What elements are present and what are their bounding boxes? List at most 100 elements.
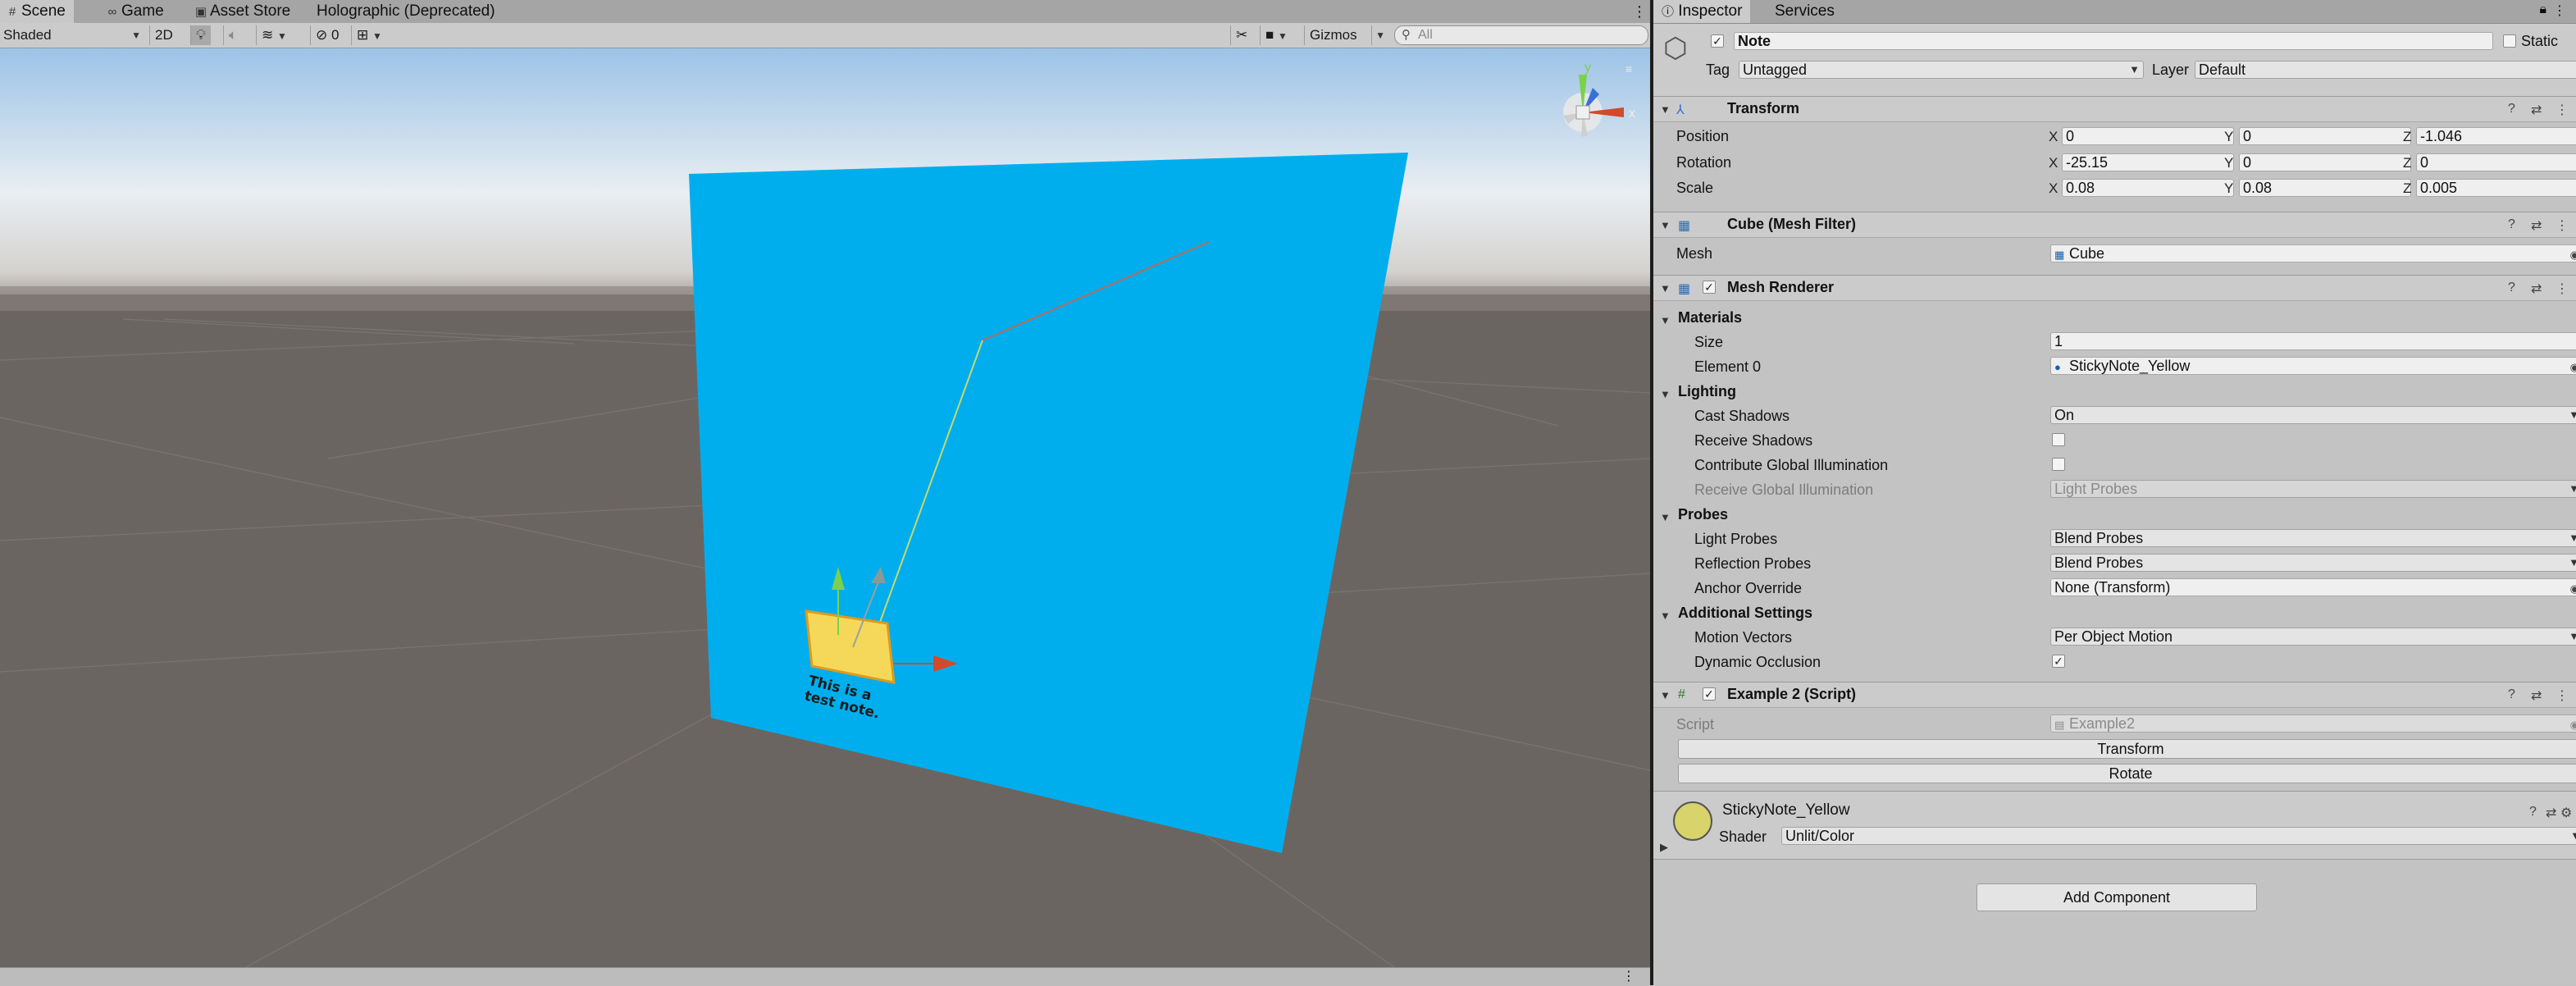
motion-vectors-dropdown[interactable]: Per Object Motion ▼ (2050, 628, 2576, 646)
scale-z-field[interactable]: 0.005 (2416, 179, 2576, 197)
hidden-objects-toggle[interactable]: ⊘ 0 (310, 25, 344, 45)
rotation-x-field[interactable]: -25.15 (2062, 153, 2234, 171)
2d-toggle[interactable]: 2D (149, 25, 178, 45)
preset-icon[interactable]: ⇄ (2546, 805, 2556, 821)
foldout-expanded-icon[interactable]: ▼ (1660, 388, 1671, 400)
audio-toggle[interactable]: 🔈︎ (223, 25, 242, 45)
layer-dropdown[interactable]: Default ▼ (2195, 61, 2576, 79)
tag-value: Untagged (1743, 62, 1808, 78)
foldout-expanded-icon[interactable]: ▼ (1660, 103, 1671, 116)
effects-dropdown[interactable]: ≋ ▼ (256, 25, 292, 45)
element0-material-field[interactable]: ● StickyNote_Yellow ◉ (2050, 357, 2576, 375)
anchor-override-field[interactable]: None (Transform) ◉ (2050, 578, 2576, 596)
foldout-expanded-icon[interactable]: ▼ (1660, 689, 1671, 701)
mesh-filter-header[interactable]: ▼ ▦ Cube (Mesh Filter) ? ⇄ ⋮ (1653, 212, 2576, 238)
rotate-button[interactable]: Rotate (1678, 764, 2576, 783)
mesh-label: Mesh (1676, 245, 1713, 262)
kebab-menu-icon[interactable]: ⋮ (2555, 281, 2569, 297)
position-y-axis: Y (2224, 129, 2234, 144)
position-y-field[interactable]: 0 (2239, 127, 2411, 145)
foldout-expanded-icon[interactable]: ▼ (1660, 282, 1671, 294)
preset-icon[interactable]: ⇄ (2531, 217, 2542, 234)
scale-x-field[interactable]: 0.08 (2062, 179, 2234, 197)
scale-y-field[interactable]: 0.08 (2239, 179, 2411, 197)
transform-header[interactable]: ▼ ⅄ Transform ? ⇄ ⋮ (1653, 96, 2576, 122)
mesh-renderer-enabled-checkbox[interactable]: ✓ (1703, 281, 1716, 294)
cube-icon[interactable]: ⬡ (1663, 32, 1688, 65)
object-picker-icon[interactable]: ◉ (2570, 247, 2576, 262)
tag-dropdown[interactable]: Untagged ▼ (1739, 61, 2144, 79)
static-checkbox[interactable] (2503, 34, 2516, 48)
foldout-expanded-icon[interactable]: ▼ (1660, 314, 1671, 326)
lighting-toggle[interactable]: 💡︎ (190, 25, 211, 45)
object-picker-icon: ◉ (2570, 717, 2576, 732)
script-component-header[interactable]: ▼ # ✓ Example 2 (Script) ? ⇄ ⋮ (1653, 682, 2576, 708)
reflection-probes-dropdown[interactable]: Blend Probes ▼ (2050, 554, 2576, 572)
shader-dropdown[interactable]: Unlit/Color ▼ (1781, 827, 2576, 845)
gizmos-dropdown[interactable]: Gizmos ▼ (1304, 25, 1388, 45)
tab-holographic-label: Holographic (Deprecated) (317, 2, 495, 20)
foldout-expanded-icon[interactable]: ▼ (1660, 609, 1671, 622)
object-name-field[interactable]: Note (1734, 32, 2493, 50)
shading-mode-dropdown[interactable]: Shaded ▼ (3, 25, 144, 45)
camera-icon: ■ (1265, 27, 1274, 43)
lock-icon[interactable]: 🔒︎ (2539, 2, 2546, 17)
foldout-expanded-icon[interactable]: ▼ (1660, 219, 1671, 231)
help-icon[interactable]: ? (2529, 805, 2537, 819)
preset-icon[interactable]: ⇄ (2531, 687, 2542, 704)
script-enabled-checkbox[interactable]: ✓ (1703, 687, 1716, 701)
chevron-down-icon: ▼ (131, 30, 141, 41)
preset-icon[interactable]: ⇄ (2531, 281, 2542, 297)
tab-holographic[interactable]: Holographic (Deprecated) (310, 0, 502, 23)
position-z-field[interactable]: -1.046 (2416, 127, 2576, 145)
tab-game[interactable]: ∞ Game (98, 0, 169, 23)
cast-shadows-dropdown[interactable]: On ▼ (2050, 406, 2576, 424)
materials-size-field[interactable]: 1 (2050, 332, 2576, 350)
settings-gear-icon[interactable]: ⚙ (2560, 805, 2572, 821)
contribute-gi-checkbox[interactable] (2052, 458, 2065, 471)
object-picker-icon[interactable]: ◉ (2570, 581, 2576, 596)
transform-button[interactable]: Transform (1678, 739, 2576, 759)
position-x-axis: X (2049, 129, 2059, 144)
receive-shadows-checkbox[interactable] (2052, 433, 2065, 446)
help-icon[interactable]: ? (2508, 687, 2515, 702)
rotation-z-axis: Z (2403, 155, 2412, 171)
kebab-menu-icon[interactable]: ⋮ (2555, 217, 2569, 234)
active-checkbox[interactable]: ✓ (1711, 34, 1724, 48)
kebab-menu-icon[interactable]: ⋮ (2555, 102, 2569, 118)
chevron-down-icon: ▼ (2569, 532, 2576, 544)
tools-toggle[interactable]: ✂ (1230, 25, 1252, 45)
shader-value: Unlit/Color (1785, 828, 1855, 844)
kebab-menu-icon[interactable]: ⋮ (2553, 2, 2566, 19)
help-icon[interactable]: ? (2508, 281, 2515, 295)
kebab-menu-icon[interactable]: ⋮ (1632, 0, 1647, 23)
chevron-down-icon: ▼ (2569, 482, 2576, 495)
kebab-menu-icon[interactable]: ⋮ (2555, 687, 2569, 704)
kebab-menu-icon[interactable]: ⋮ (1622, 968, 1635, 984)
dynamic-occlusion-checkbox[interactable]: ✓ (2052, 655, 2065, 668)
rotation-z-field[interactable]: 0 (2416, 153, 2576, 171)
tab-asset-store[interactable]: ▣ Asset Store (187, 0, 295, 23)
mesh-renderer-header[interactable]: ▼ ▦ ✓ Mesh Renderer ? ⇄ ⋮ (1653, 275, 2576, 301)
tab-inspector[interactable]: ⓘ Inspector (1653, 0, 1751, 23)
material-name: StickyNote_Yellow (1722, 801, 1850, 819)
foldout-expanded-icon[interactable]: ▼ (1660, 511, 1671, 523)
preset-icon[interactable]: ⇄ (2531, 102, 2542, 118)
camera-dropdown[interactable]: ■ ▼ (1260, 25, 1293, 45)
mesh-object-field[interactable]: ▦ Cube ◉ (2050, 244, 2576, 262)
help-icon[interactable]: ? (2508, 102, 2515, 116)
dynamic-occlusion-label: Dynamic Occlusion (1694, 654, 1821, 670)
help-icon[interactable]: ? (2508, 217, 2515, 232)
tab-services[interactable]: Services (1767, 0, 1843, 23)
scale-x-axis: X (2049, 180, 2059, 196)
foldout-collapsed-icon[interactable]: ▶ (1660, 841, 1668, 854)
tab-scene[interactable]: # Scene (0, 0, 74, 23)
scene-search-input[interactable]: ⚲ All (1394, 25, 1648, 45)
object-picker-icon[interactable]: ◉ (2570, 359, 2576, 374)
rotation-y-field[interactable]: 0 (2239, 153, 2411, 171)
add-component-button[interactable]: Add Component (1976, 883, 2257, 911)
position-x-field[interactable]: 0 (2062, 127, 2234, 145)
light-probes-dropdown[interactable]: Blend Probes ▼ (2050, 529, 2576, 547)
grid-dropdown[interactable]: ⊞ ▼ (351, 25, 387, 45)
scene-viewport[interactable]: y x ≡ This is a test note. (0, 48, 1650, 967)
